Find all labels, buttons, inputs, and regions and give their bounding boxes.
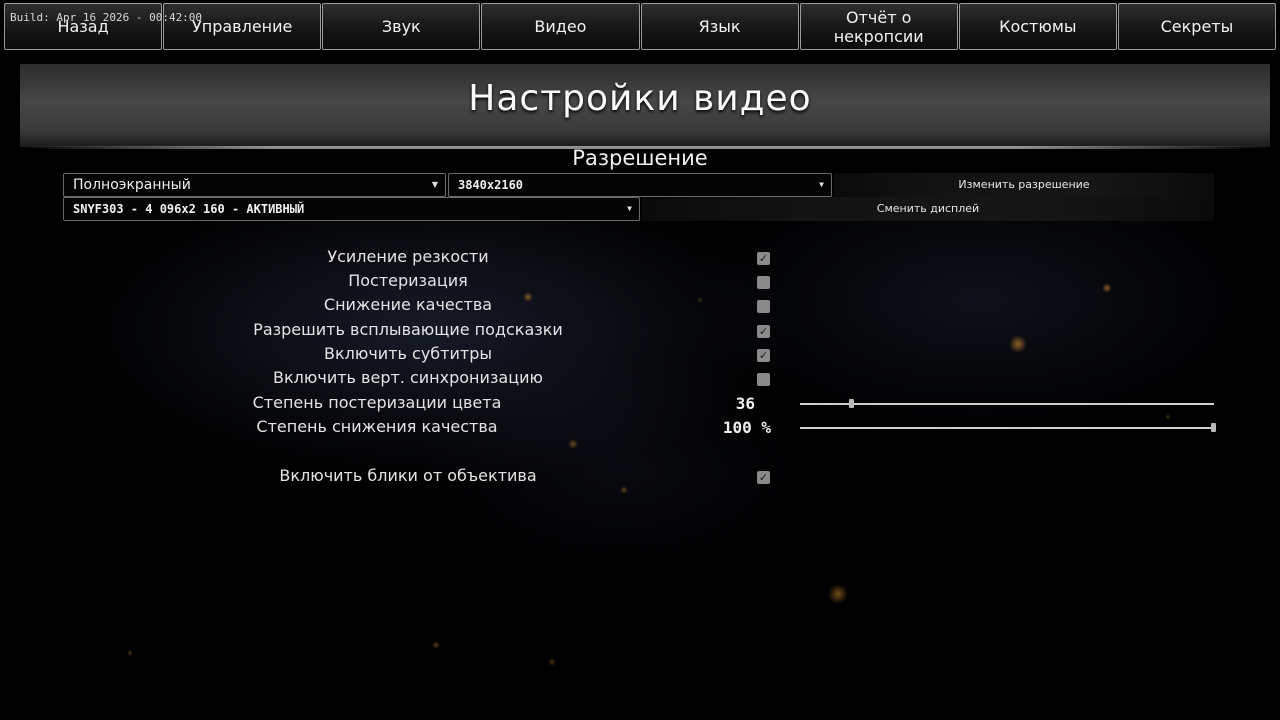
check-icon: ✓ xyxy=(758,252,769,265)
slider-thumb[interactable] xyxy=(848,399,854,408)
tab-autopsy-report[interactable]: Отчёт о некропсии xyxy=(799,3,958,50)
posterization-label: Постеризация xyxy=(348,271,468,290)
tooltips-checkbox[interactable]: ✓ xyxy=(757,325,770,338)
ember xyxy=(432,641,440,649)
ember xyxy=(568,439,578,449)
tab-video[interactable]: Видео xyxy=(481,3,640,50)
vsync-checkbox[interactable] xyxy=(757,373,770,386)
ember xyxy=(1165,414,1171,420)
tab-sound[interactable]: Звук xyxy=(322,3,481,50)
vsync-label: Включить верт. синхронизацию xyxy=(273,368,543,387)
quality-reduction-checkbox[interactable] xyxy=(757,300,770,313)
ember xyxy=(127,650,133,656)
ember xyxy=(523,292,533,302)
posterization-level-label: Степень постеризации цвета xyxy=(252,393,502,412)
ember xyxy=(1102,283,1112,293)
lens-flares-checkbox[interactable]: ✓ xyxy=(757,471,770,484)
check-icon: ✓ xyxy=(758,471,769,484)
check-icon: ✓ xyxy=(758,349,769,362)
ember xyxy=(828,584,848,604)
quality-reduction-level-value: 100 % xyxy=(722,418,771,437)
lens-flares-label: Включить блики от объектива xyxy=(279,466,537,485)
ember xyxy=(548,658,556,666)
tab-secrets[interactable]: Секреты xyxy=(1117,3,1276,50)
sharpening-checkbox[interactable]: ✓ xyxy=(757,252,770,265)
quality-reduction-label: Снижение качества xyxy=(323,295,493,314)
subtitles-checkbox[interactable]: ✓ xyxy=(757,349,770,362)
tab-costumes[interactable]: Костюмы xyxy=(958,3,1117,50)
posterization-checkbox[interactable] xyxy=(757,276,770,289)
resolution-dropdown[interactable]: 3840x2160 ▼ xyxy=(448,173,832,197)
resolution-value: 3840x2160 xyxy=(458,178,524,192)
monitor-dropdown[interactable]: SNYF303 - 4 096x2 160 - АКТИВНЫЙ ▼ xyxy=(63,197,640,221)
page-title: Настройки видео xyxy=(468,78,812,119)
caret-down-icon: ▼ xyxy=(431,180,438,189)
display-mode-dropdown[interactable]: Полноэкранный ▼ xyxy=(63,173,446,197)
change-display-button[interactable]: Сменить дисплей xyxy=(642,197,1214,221)
ember xyxy=(1009,335,1027,353)
quality-reduction-level-label: Степень снижения качества xyxy=(256,417,498,436)
slider-thumb[interactable] xyxy=(1211,423,1216,432)
display-mode-value: Полноэкранный xyxy=(73,177,191,193)
ember xyxy=(697,297,703,303)
section-title-resolution: Разрешение xyxy=(572,146,708,170)
apply-resolution-button[interactable]: Изменить разрешение xyxy=(834,173,1214,197)
tab-language[interactable]: Язык xyxy=(640,3,799,50)
subtitles-label: Включить субтитры xyxy=(324,344,492,363)
tooltips-label: Разрешить всплывающие подсказки xyxy=(253,320,563,339)
sharpening-label: Усиление резкости xyxy=(327,247,489,266)
caret-down-icon: ▼ xyxy=(627,204,632,213)
quality-reduction-level-slider[interactable] xyxy=(800,423,1216,432)
ember xyxy=(620,486,628,494)
monitor-value: SNYF303 - 4 096x2 160 - АКТИВНЫЙ xyxy=(73,202,305,216)
build-label: Build: Apr 16 2026 - 00:42:00 xyxy=(10,11,203,24)
posterization-level-slider[interactable] xyxy=(800,399,1214,408)
posterization-level-value: 36 xyxy=(735,394,755,413)
check-icon: ✓ xyxy=(758,325,769,338)
caret-down-icon: ▼ xyxy=(819,180,824,189)
